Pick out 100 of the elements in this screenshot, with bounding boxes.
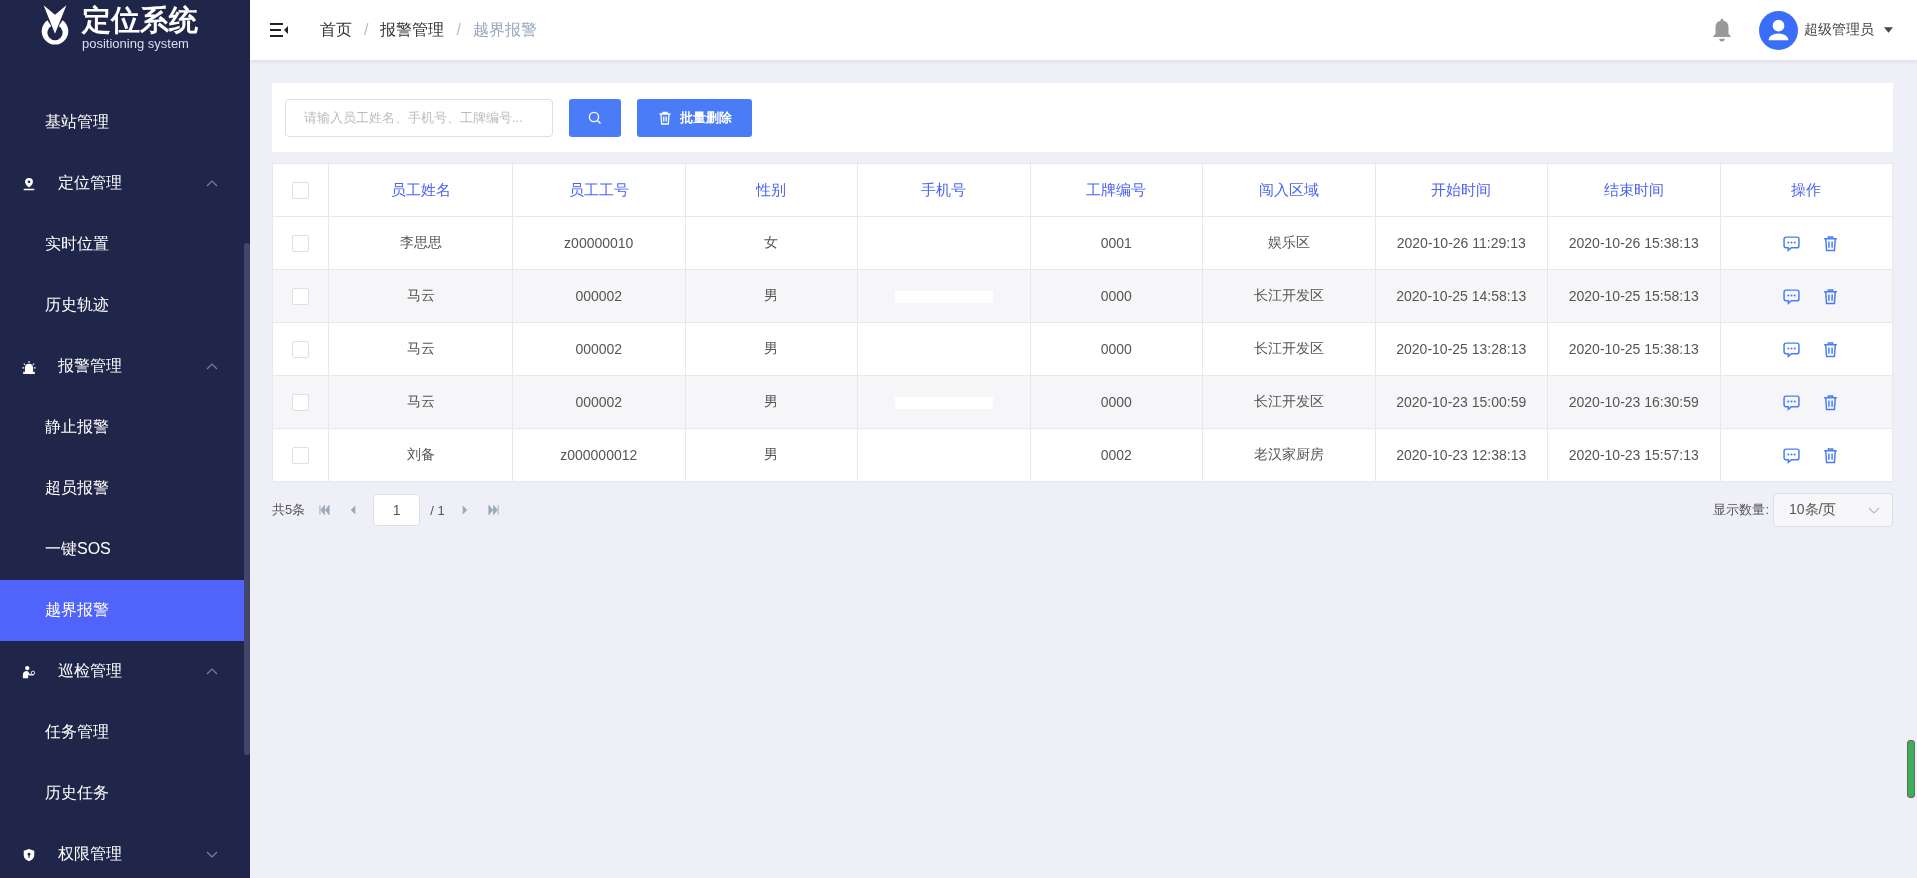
table-cell: 2020-10-23 16:30:59 bbox=[1568, 394, 1699, 410]
column-header: 手机号 bbox=[857, 163, 1030, 217]
location-pin-icon bbox=[22, 175, 36, 192]
column-header: 员工姓名 bbox=[328, 163, 513, 217]
total-count: 共5条 bbox=[272, 501, 306, 519]
table-cell: 马云 bbox=[406, 393, 435, 409]
message-icon[interactable] bbox=[1783, 393, 1801, 411]
column-header: 员工工号 bbox=[512, 163, 685, 217]
table-cell: 000002 bbox=[575, 394, 623, 410]
alarm-light-icon bbox=[22, 358, 36, 375]
select-all-checkbox[interactable] bbox=[292, 182, 309, 200]
search-field[interactable]: 请输入员工姓名、手机号、工牌编号... bbox=[285, 98, 553, 137]
page-field[interactable]: 1 bbox=[373, 494, 421, 526]
user-name: 超级管理员 bbox=[1804, 21, 1874, 39]
batch-delete-button[interactable]: 批量删除 bbox=[637, 98, 752, 137]
row-checkbox[interactable] bbox=[292, 340, 309, 358]
table-cell: 娱乐区 bbox=[1267, 234, 1310, 250]
page-size-label: 显示数量: bbox=[1713, 501, 1769, 519]
bell-icon[interactable] bbox=[1711, 17, 1733, 43]
table-cell: 2020-10-23 15:00:59 bbox=[1396, 394, 1527, 410]
scroll-indicator[interactable] bbox=[1907, 740, 1915, 798]
message-icon[interactable] bbox=[1783, 234, 1801, 252]
first-page-icon[interactable] bbox=[319, 505, 331, 515]
row-checkbox[interactable] bbox=[292, 287, 309, 305]
table-cell: 女 bbox=[764, 234, 779, 250]
logo-subtitle: positioning system bbox=[82, 36, 190, 51]
column-header: 工牌编号 bbox=[1030, 163, 1203, 217]
sidebar-group[interactable]: 定位管理 bbox=[0, 153, 244, 214]
scrollbar-thumb[interactable] bbox=[244, 243, 250, 755]
message-icon[interactable] bbox=[1783, 446, 1801, 464]
table-cell: 2020-10-23 15:57:13 bbox=[1568, 447, 1699, 463]
breadcrumb-item[interactable]: 首页 bbox=[320, 19, 352, 41]
page-size-select[interactable]: 10条/页 bbox=[1773, 493, 1893, 527]
search-button[interactable] bbox=[569, 98, 621, 137]
avatar-icon bbox=[1759, 10, 1798, 50]
message-icon[interactable] bbox=[1783, 340, 1801, 358]
table-cell: 2020-10-25 13:28:13 bbox=[1396, 341, 1527, 357]
column-header: 操作 bbox=[1720, 163, 1893, 217]
sidebar-item[interactable]: 越界报警 bbox=[0, 580, 244, 641]
sidebar-group[interactable]: 巡检管理 bbox=[0, 641, 244, 702]
table-cell: 0000 bbox=[1100, 394, 1132, 410]
trash-icon bbox=[657, 110, 672, 125]
table-cell: z000000012 bbox=[560, 447, 638, 463]
table-cell: 0000 bbox=[1100, 341, 1132, 357]
trash-icon[interactable] bbox=[1822, 234, 1840, 252]
table-cell: 0002 bbox=[1100, 447, 1132, 463]
table-cell: 马云 bbox=[406, 287, 435, 303]
sidebar-group[interactable]: 报警管理 bbox=[0, 336, 244, 397]
column-header: 开始时间 bbox=[1375, 163, 1548, 217]
breadcrumb-item[interactable]: 报警管理 bbox=[380, 19, 445, 41]
sidebar-group-label: 巡检管理 bbox=[58, 661, 123, 681]
table-cell: 男 bbox=[764, 446, 779, 462]
column-header: 闯入区域 bbox=[1202, 163, 1375, 217]
table-cell: 2020-10-26 11:29:13 bbox=[1396, 235, 1526, 251]
table-cell: 长江开发区 bbox=[1253, 287, 1324, 303]
sidebar-group-label: 权限管理 bbox=[58, 844, 123, 864]
table-cell: 刘备 bbox=[406, 446, 435, 462]
caret-icon bbox=[1884, 27, 1893, 33]
trash-icon[interactable] bbox=[1822, 393, 1840, 411]
trash-icon[interactable] bbox=[1822, 287, 1840, 305]
chevron-up-icon bbox=[206, 668, 218, 675]
table-cell: 0001 bbox=[1100, 235, 1132, 251]
user-menu[interactable]: 超级管理员 bbox=[1759, 10, 1893, 50]
trash-icon[interactable] bbox=[1822, 340, 1840, 358]
chevron-up-icon bbox=[206, 180, 218, 187]
table-cell: 0000 bbox=[1100, 288, 1132, 304]
table-cell: 长江开发区 bbox=[1253, 393, 1324, 409]
table-cell: 男 bbox=[764, 287, 779, 303]
chevron-up-icon bbox=[206, 363, 218, 370]
row-checkbox[interactable] bbox=[292, 234, 309, 252]
table-cell: 马云 bbox=[406, 340, 435, 356]
chevron-down-icon bbox=[206, 851, 218, 858]
table-cell: 000002 bbox=[575, 288, 623, 304]
table-cell: 2020-10-23 12:38:13 bbox=[1396, 447, 1527, 463]
sidebar-group-label: 报警管理 bbox=[58, 356, 123, 376]
table-cell: 男 bbox=[764, 393, 779, 409]
trash-icon[interactable] bbox=[1822, 446, 1840, 464]
row-checkbox[interactable] bbox=[292, 393, 309, 411]
column-header: 结束时间 bbox=[1547, 163, 1720, 217]
table-cell: 000002 bbox=[575, 341, 623, 357]
row-checkbox[interactable] bbox=[292, 446, 309, 464]
search-icon bbox=[588, 110, 602, 125]
shield-icon bbox=[22, 846, 36, 863]
table-cell: 长江开发区 bbox=[1253, 340, 1324, 356]
page-count: / 1 bbox=[430, 502, 445, 518]
sidebar-group[interactable]: 权限管理 bbox=[0, 824, 244, 878]
table-cell: z00000010 bbox=[564, 235, 634, 251]
last-page-icon[interactable] bbox=[487, 505, 499, 515]
breadcrumb-separator: / bbox=[364, 21, 369, 39]
table-cell: 2020-10-26 15:38:13 bbox=[1568, 235, 1699, 251]
breadcrumb-separator: / bbox=[456, 21, 461, 39]
column-header: 性别 bbox=[685, 163, 858, 217]
message-icon[interactable] bbox=[1783, 287, 1801, 305]
table-cell: 2020-10-25 15:38:13 bbox=[1568, 341, 1699, 357]
table-cell: 李思思 bbox=[399, 234, 442, 250]
table-cell: 2020-10-25 15:58:13 bbox=[1568, 288, 1699, 304]
person-icon bbox=[22, 663, 36, 680]
chevron-down-icon bbox=[1868, 506, 1880, 514]
menu-icon[interactable] bbox=[270, 23, 288, 37]
table-cell: 2020-10-25 14:58:13 bbox=[1396, 288, 1527, 304]
